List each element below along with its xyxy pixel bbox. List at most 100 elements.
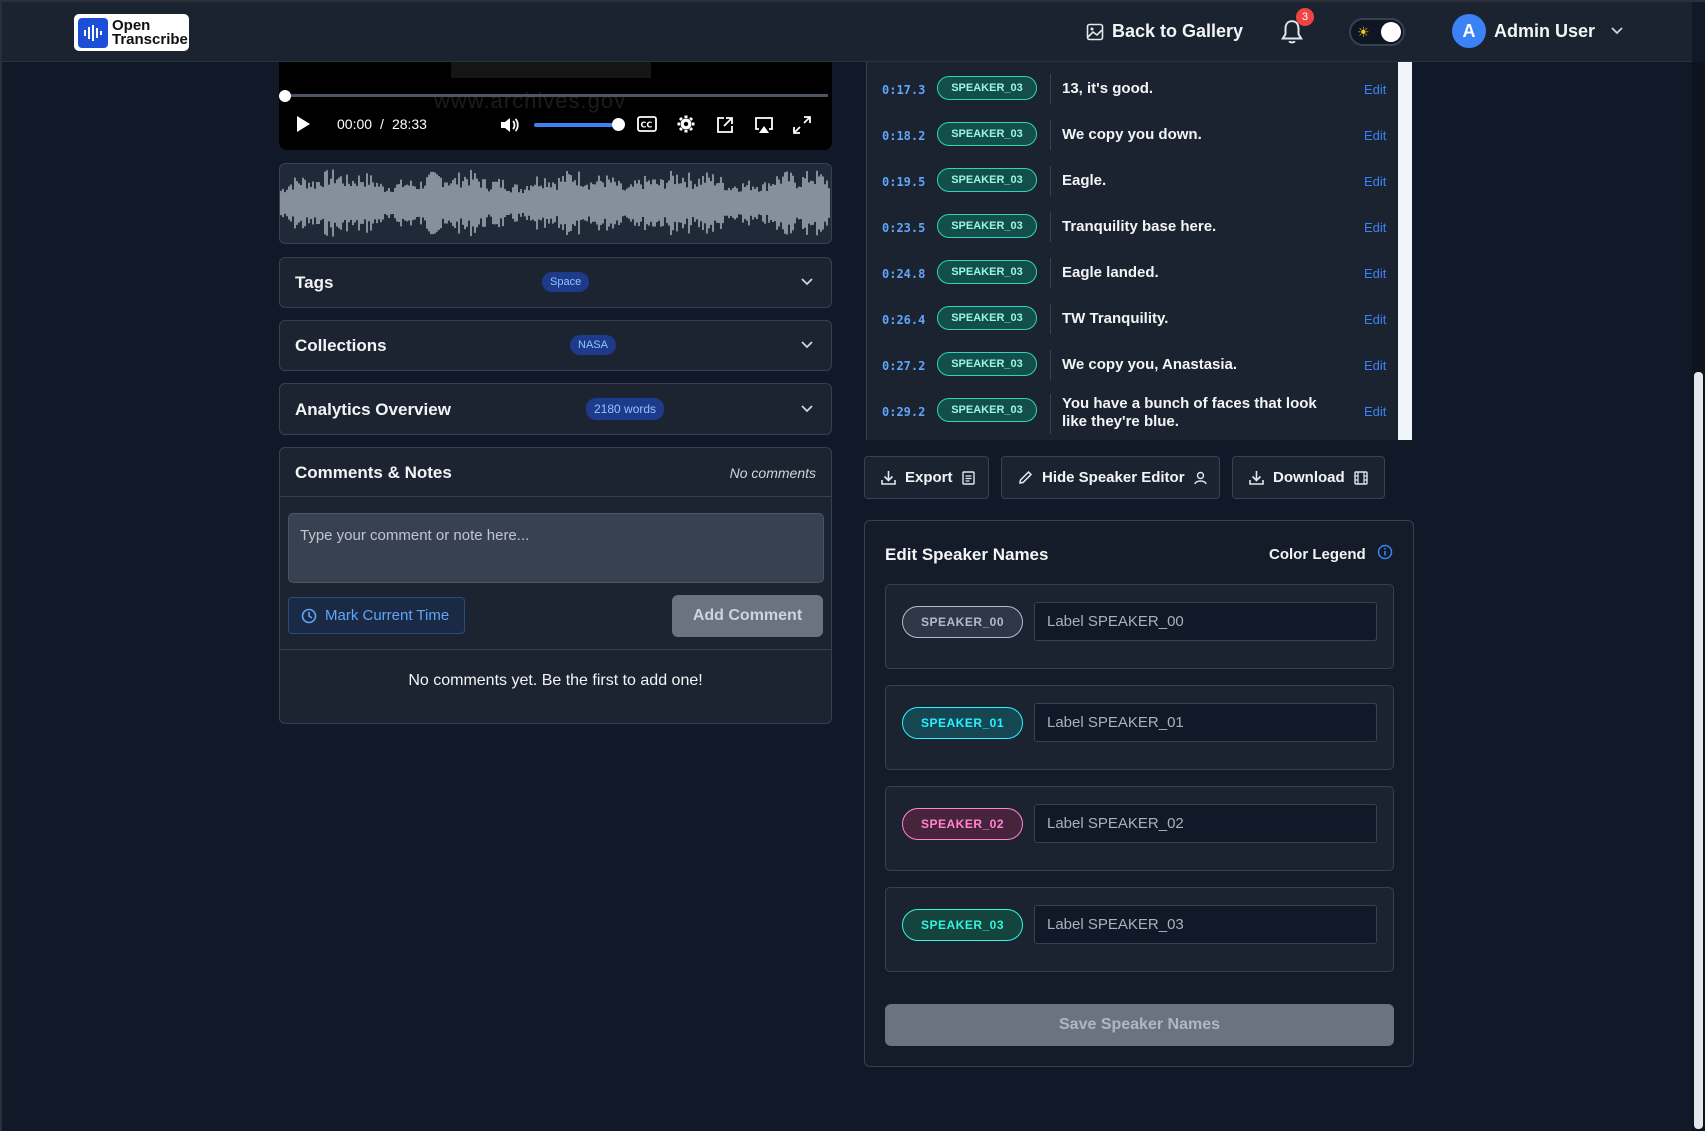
transcript-list: 0:17.3 SPEAKER_03 13, it's good. Edit 0:18.2… xyxy=(866,62,1412,440)
top-navbar: Open Transcribe Back to Gallery xyxy=(2,2,1692,62)
speaker-id-badge: SPEAKER_01 xyxy=(902,707,1023,739)
speaker-row: SPEAKER_01 xyxy=(885,685,1394,770)
collections-accordion[interactable]: Collections NASA xyxy=(279,320,832,371)
comments-title: Comments & Notes xyxy=(295,463,452,482)
user-icon xyxy=(1193,471,1207,484)
page-scrollbar-thumb[interactable] xyxy=(1694,372,1703,1129)
fullscreen-icon[interactable] xyxy=(793,116,811,134)
segment-edit-link[interactable]: Edit xyxy=(1364,266,1386,281)
segment-divider xyxy=(1050,74,1051,104)
segment-edit-link[interactable]: Edit xyxy=(1364,358,1386,373)
avatar: A xyxy=(1452,14,1486,48)
document-icon xyxy=(961,470,975,485)
segment-timestamp[interactable]: 0:27.2 xyxy=(882,359,925,373)
segment-speaker-badge: SPEAKER_03 xyxy=(937,214,1037,238)
comments-count: No comments xyxy=(729,465,816,481)
play-icon[interactable] xyxy=(295,115,311,133)
hide-speaker-editor-button[interactable]: Hide Speaker Editor xyxy=(1001,456,1220,499)
export-button[interactable]: Export xyxy=(864,456,989,499)
speaker-id-badge: SPEAKER_00 xyxy=(902,606,1023,638)
segment-divider xyxy=(1050,394,1051,434)
segment-timestamp[interactable]: 0:24.8 xyxy=(882,267,925,281)
waveform-logo-icon xyxy=(78,17,108,48)
captions-icon[interactable]: CC xyxy=(637,116,657,132)
speaker-row: SPEAKER_03 xyxy=(885,887,1394,972)
speaker-editor-title: Edit Speaker Names xyxy=(885,545,1049,564)
chevron-down-icon xyxy=(1611,27,1623,35)
time-separator: / xyxy=(380,116,384,132)
transcript-scrollbar[interactable] xyxy=(1398,62,1412,440)
video-frame-caption xyxy=(451,62,651,78)
segment-edit-link[interactable]: Edit xyxy=(1364,404,1386,419)
collections-title: Collections xyxy=(295,336,387,355)
hide-speaker-editor-label: Hide Speaker Editor xyxy=(1042,469,1185,486)
segment-edit-link[interactable]: Edit xyxy=(1364,312,1386,327)
transcript-segment: 0:23.5 SPEAKER_03 Tranquility base here. Ed… xyxy=(867,210,1397,250)
segment-divider xyxy=(1050,350,1051,380)
audio-waveform[interactable] xyxy=(279,163,832,244)
save-speaker-names-button[interactable]: Save Speaker Names xyxy=(885,1004,1394,1046)
speaker-label-input[interactable] xyxy=(1034,703,1377,742)
segment-timestamp[interactable]: 0:29.2 xyxy=(882,405,925,419)
segment-edit-link[interactable]: Edit xyxy=(1364,220,1386,235)
transcript-segment: 0:24.8 SPEAKER_03 Eagle landed. Edit xyxy=(867,256,1397,296)
segment-edit-link[interactable]: Edit xyxy=(1364,174,1386,189)
analytics-accordion[interactable]: Analytics Overview 2180 words xyxy=(279,383,832,435)
comment-textarea[interactable] xyxy=(288,513,824,583)
speaker-label-input[interactable] xyxy=(1034,905,1377,944)
segment-edit-link[interactable]: Edit xyxy=(1364,82,1386,97)
mark-current-time-button[interactable]: Mark Current Time xyxy=(288,597,465,634)
tags-title: Tags xyxy=(295,273,334,292)
video-player[interactable]: www.archives.gov 00:00 / 28:33 CC xyxy=(279,62,832,150)
tags-accordion[interactable]: Tags Space xyxy=(279,257,832,308)
segment-timestamp[interactable]: 0:17.3 xyxy=(882,83,925,97)
speaker-label-input[interactable] xyxy=(1034,804,1377,843)
current-time: 00:00 xyxy=(337,116,373,132)
segment-text: Eagle. xyxy=(1062,172,1107,189)
app-logo[interactable]: Open Transcribe xyxy=(74,14,189,51)
segment-timestamp[interactable]: 0:23.5 xyxy=(882,221,925,235)
volume-slider-handle[interactable] xyxy=(612,118,625,131)
segment-text: Eagle landed. xyxy=(1062,264,1159,281)
segment-speaker-badge: SPEAKER_03 xyxy=(937,398,1037,422)
film-icon xyxy=(1353,470,1368,485)
segment-divider xyxy=(1050,304,1051,334)
export-label: Export xyxy=(905,469,953,486)
settings-gear-icon[interactable] xyxy=(677,115,695,133)
add-comment-button[interactable]: Add Comment xyxy=(672,595,823,637)
logo-line-2: Transcribe xyxy=(112,30,188,48)
segment-divider xyxy=(1050,166,1051,196)
info-icon[interactable] xyxy=(1377,544,1393,560)
speaker-id-badge: SPEAKER_02 xyxy=(902,808,1023,840)
popout-icon[interactable] xyxy=(716,116,734,134)
back-to-gallery-link[interactable]: Back to Gallery xyxy=(1086,21,1243,42)
comments-panel: Comments & Notes No comments Mark Curren… xyxy=(279,447,832,724)
user-menu[interactable]: A Admin User xyxy=(1452,14,1623,48)
speaker-id-badge: SPEAKER_03 xyxy=(902,909,1023,941)
transcript-segment: 0:26.4 SPEAKER_03 TW Tranquility. Edit xyxy=(867,302,1397,342)
video-progress-bar[interactable] xyxy=(284,94,828,97)
segment-speaker-badge: SPEAKER_03 xyxy=(937,260,1037,284)
toggle-knob xyxy=(1381,22,1401,42)
volume-slider[interactable] xyxy=(534,123,619,127)
theme-toggle[interactable]: ☀ xyxy=(1349,18,1405,46)
logo-text: Open Transcribe xyxy=(112,18,188,48)
notification-count-badge: 3 xyxy=(1296,8,1314,26)
segment-edit-link[interactable]: Edit xyxy=(1364,128,1386,143)
segment-timestamp[interactable]: 0:26.4 xyxy=(882,313,925,327)
collection-badge: NASA xyxy=(570,335,616,355)
waveform-graphic xyxy=(280,169,830,237)
speaker-label-input[interactable] xyxy=(1034,602,1377,641)
segment-speaker-badge: SPEAKER_03 xyxy=(937,122,1037,146)
transcript-segment: 0:19.5 SPEAKER_03 Eagle. Edit xyxy=(867,164,1397,204)
download-button[interactable]: Download xyxy=(1232,456,1385,499)
segment-text: 13, it's good. xyxy=(1062,80,1154,97)
airplay-icon[interactable] xyxy=(754,116,774,134)
duration: 28:33 xyxy=(391,116,427,132)
video-progress-handle[interactable] xyxy=(279,90,291,102)
segment-timestamp[interactable]: 0:19.5 xyxy=(882,175,925,189)
segment-timestamp[interactable]: 0:18.2 xyxy=(882,129,925,143)
time-display: 00:00 / 28:33 xyxy=(337,116,427,132)
speaker-editor-panel: Edit Speaker Names Color Legend SPEAKER_… xyxy=(864,520,1414,1067)
volume-icon[interactable] xyxy=(499,116,519,134)
